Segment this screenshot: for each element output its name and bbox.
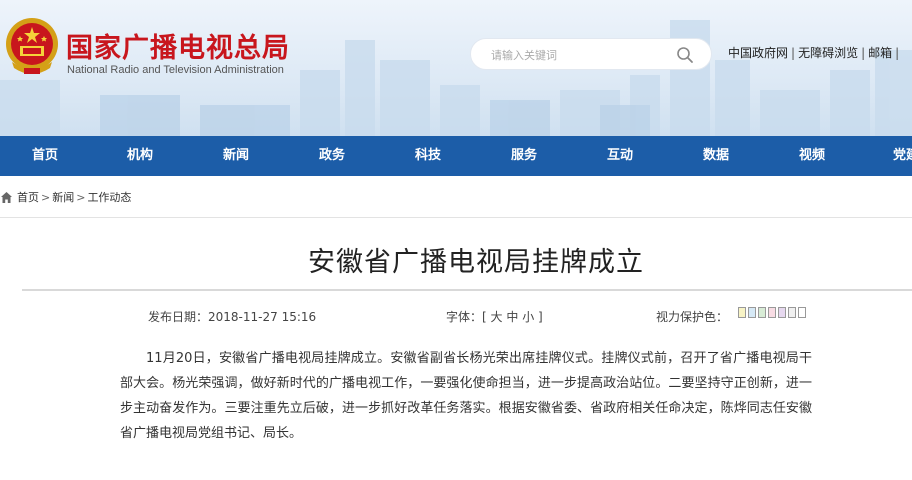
font-bracket-close: ] [534,310,543,324]
nav-item-party-building[interactable]: 党建 [893,136,912,176]
search-input[interactable] [491,45,671,65]
font-size-controls: 字体：[ 大 中 小 ] [446,308,543,325]
font-size-label: 字体： [446,310,483,324]
breadcrumb-separator: > [41,190,51,204]
nav-item-video[interactable]: 视频 [799,136,825,176]
eye-care-swatches [738,307,808,319]
article-title: 安徽省广播电视局挂牌成立 [308,247,644,278]
eye-care-swatch-1[interactable] [738,307,746,318]
link-separator: | [895,46,900,60]
eye-care-swatch-7[interactable] [798,307,806,318]
main-nav: 首页 机构 新闻 政务 科技 服务 互动 数据 视频 党建 [0,136,912,176]
nav-item-government-affairs[interactable]: 政务 [319,136,345,176]
nav-item-news[interactable]: 新闻 [223,136,249,176]
font-medium-link[interactable]: 中 [506,310,518,324]
breadcrumb-separator: > [76,190,86,204]
nav-item-organization[interactable]: 机构 [127,136,153,176]
gov-portal-link[interactable]: 中国政府网 [728,46,788,60]
home-icon [1,191,12,203]
search-icon[interactable] [676,46,694,64]
article-body: 11月20日，安徽省广播电视局挂牌成立。安徽省副省长杨光荣出席挂牌仪式。挂牌仪式… [120,351,812,441]
eye-care-swatch-4[interactable] [768,307,776,318]
link-separator: | [791,46,796,60]
top-links: 中国政府网 | 无障碍浏览 | 邮箱 | [728,44,902,61]
nav-item-interaction[interactable]: 互动 [607,136,633,176]
font-bracket-open: [ [482,310,491,324]
breadcrumb-home[interactable]: 首页 [17,189,39,205]
nav-item-technology[interactable]: 科技 [415,136,441,176]
publish-date-value: 2018-11-27 15:16 [208,310,317,324]
nav-item-data[interactable]: 数据 [703,136,729,176]
eye-care-swatch-3[interactable] [758,307,766,318]
font-large-link[interactable]: 大 [491,310,503,324]
search-box [470,38,712,70]
eye-care-swatch-6[interactable] [788,307,796,318]
site-title: 国家广播电视总局 [66,33,290,64]
national-emblem-icon [6,18,58,74]
eye-care-label: 视力保护色： [656,310,729,324]
breadcrumb-news[interactable]: 新闻 [52,189,74,205]
breadcrumb: 首页 > 新闻 > 工作动态 [0,188,131,206]
publish-date-label: 发布日期： [148,310,209,324]
eye-care-swatch-2[interactable] [748,307,756,318]
mailbox-link[interactable]: 邮箱 [868,46,892,60]
nav-item-home[interactable]: 首页 [32,136,58,176]
site-subtitle: National Radio and Television Administra… [67,64,284,76]
nav-item-services[interactable]: 服务 [511,136,537,176]
eye-care-swatch-5[interactable] [778,307,786,318]
title-divider [22,289,912,291]
site-header: 国家广播电视总局 National Radio and Television A… [0,0,912,136]
accessibility-link[interactable]: 无障碍浏览 [798,46,858,60]
breadcrumb-divider [0,217,912,218]
breadcrumb-work-updates[interactable]: 工作动态 [87,189,131,205]
link-separator: | [861,46,866,60]
publish-date: 发布日期：2018-11-27 15:16 [148,308,316,325]
font-small-link[interactable]: 小 [522,310,534,324]
